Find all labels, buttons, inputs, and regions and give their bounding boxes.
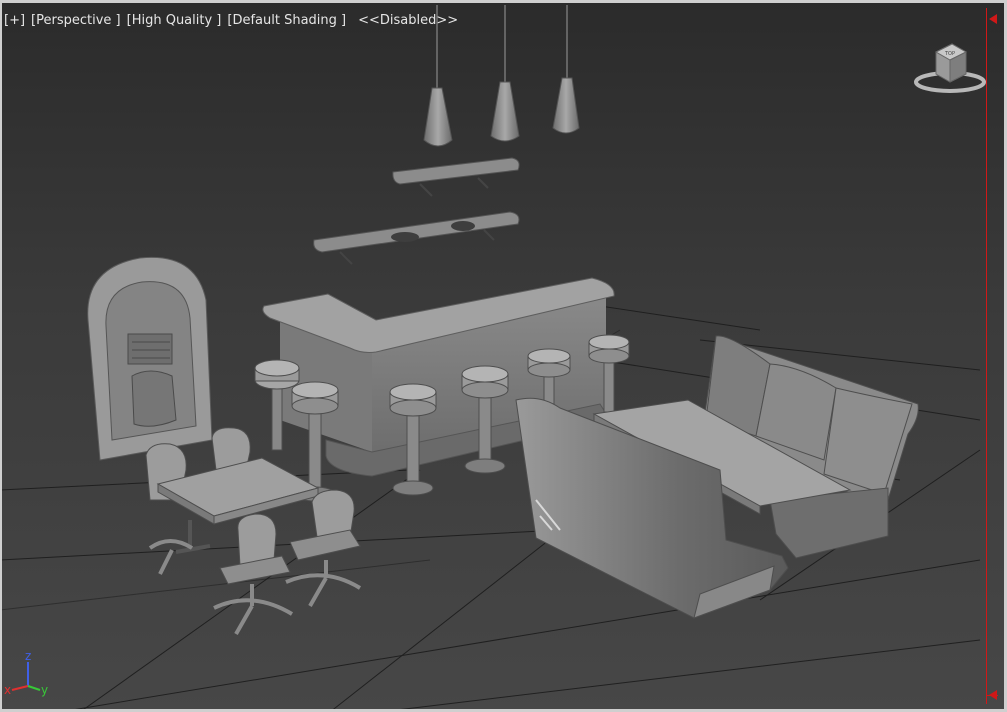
axis-tripod: z x y: [4, 649, 48, 697]
viewcube-top-label: TOP: [944, 51, 955, 57]
scene-render[interactable]: z x y: [0, 0, 1007, 712]
viewcube[interactable]: TOP: [912, 38, 986, 96]
axis-y-label: y: [41, 683, 48, 697]
perspective-viewport[interactable]: z x y TOP [+] [Perspective ] [High Quali…: [0, 0, 1007, 712]
viewport-quality-menu[interactable]: [High Quality ]: [127, 13, 222, 28]
viewport-extra-menu[interactable]: <<Disabled>>: [358, 13, 458, 28]
viewport-shading-menu[interactable]: [Default Shading ]: [227, 13, 346, 28]
axis-x-label: x: [4, 683, 11, 697]
axis-z-label: z: [25, 649, 31, 663]
viewport-label-menu: [+] [Perspective ] [High Quality ] [Defa…: [4, 11, 458, 29]
safe-frame-tick: [986, 695, 998, 696]
safe-frame-arrow-top: [989, 14, 997, 24]
jukebox[interactable]: [87, 256, 213, 461]
viewport-general-menu[interactable]: [+]: [4, 13, 25, 28]
wall-shelves[interactable]: [313, 157, 520, 265]
viewport-point-of-view-menu[interactable]: [Perspective ]: [31, 13, 121, 28]
safe-frame-line: [986, 8, 987, 704]
